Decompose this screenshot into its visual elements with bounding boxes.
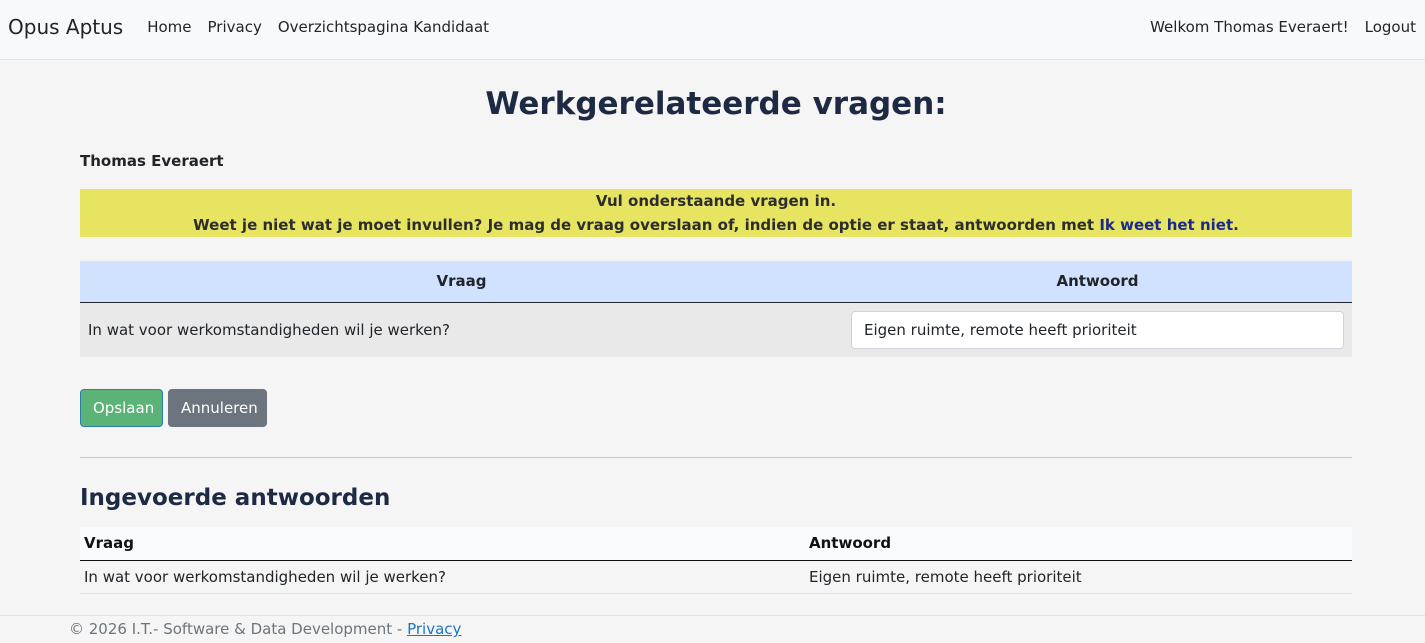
nav-user-area: Welkom Thomas Everaert! Logout bbox=[1150, 18, 1416, 36]
answers-question-header: Vraag bbox=[80, 527, 805, 561]
form-actions: Opslaan Annuleren bbox=[80, 389, 1352, 427]
answer-column-header: Antwoord bbox=[843, 261, 1352, 303]
answers-answer-cell: Eigen ruimte, remote heeft prioriteit bbox=[805, 560, 1352, 594]
dont-know-option-text: Ik weet het niet bbox=[1099, 216, 1234, 234]
questions-table: Vraag Antwoord In wat voor werkomstandig… bbox=[80, 261, 1352, 357]
footer-privacy-link[interactable]: Privacy bbox=[407, 620, 461, 638]
table-row: In wat voor werkomstandigheden wil je we… bbox=[80, 560, 1352, 594]
answer-cell bbox=[843, 302, 1352, 357]
page-footer: © 2026 I.T.- Software & Data Development… bbox=[0, 615, 1425, 643]
cancel-button[interactable]: Annuleren bbox=[168, 389, 267, 427]
top-navbar: Opus Aptus Home Privacy Overzichtspagina… bbox=[0, 0, 1425, 60]
brand-link[interactable]: Opus Aptus bbox=[8, 15, 123, 39]
instruction-alert: Vul onderstaande vragen in. Weet je niet… bbox=[80, 189, 1352, 237]
question-text: In wat voor werkomstandigheden wil je we… bbox=[80, 302, 843, 357]
alert-line-2-text: Weet je niet wat je moet invullen? Je ma… bbox=[193, 216, 1100, 234]
question-column-header: Vraag bbox=[80, 261, 843, 303]
answers-answer-header: Antwoord bbox=[805, 527, 1352, 561]
candidate-name: Thomas Everaert bbox=[80, 152, 224, 170]
alert-line-2: Weet je niet wat je moet invullen? Je ma… bbox=[80, 213, 1352, 237]
alert-line-2-end: . bbox=[1233, 216, 1239, 234]
logout-link[interactable]: Logout bbox=[1365, 18, 1416, 36]
section-divider bbox=[80, 457, 1352, 458]
alert-line-1: Vul onderstaande vragen in. bbox=[595, 192, 837, 210]
welcome-user-link[interactable]: Welkom Thomas Everaert! bbox=[1150, 18, 1349, 36]
page-title: Werkgerelateerde vragen: bbox=[485, 86, 947, 122]
question-row: In wat voor werkomstandigheden wil je we… bbox=[80, 302, 1352, 357]
nav-link-candidate-overview[interactable]: Overzichtspagina Kandidaat bbox=[278, 18, 489, 36]
footer-copyright: © 2026 I.T.- Software & Data Development… bbox=[69, 620, 408, 638]
main-content: Werkgerelateerde vragen: Thomas Everaert… bbox=[80, 60, 1352, 594]
answers-question-cell: In wat voor werkomstandigheden wil je we… bbox=[80, 560, 805, 594]
entered-answers-table: Vraag Antwoord In wat voor werkomstandig… bbox=[80, 527, 1352, 594]
answers-section-title: Ingevoerde antwoorden bbox=[80, 485, 391, 511]
nav-link-privacy[interactable]: Privacy bbox=[208, 18, 262, 36]
nav-link-home[interactable]: Home bbox=[147, 18, 191, 36]
save-button[interactable]: Opslaan bbox=[80, 389, 163, 427]
questions-table-header: Vraag Antwoord bbox=[80, 261, 1352, 303]
answer-input[interactable] bbox=[851, 310, 1344, 349]
answers-table-header: Vraag Antwoord bbox=[80, 527, 1352, 561]
